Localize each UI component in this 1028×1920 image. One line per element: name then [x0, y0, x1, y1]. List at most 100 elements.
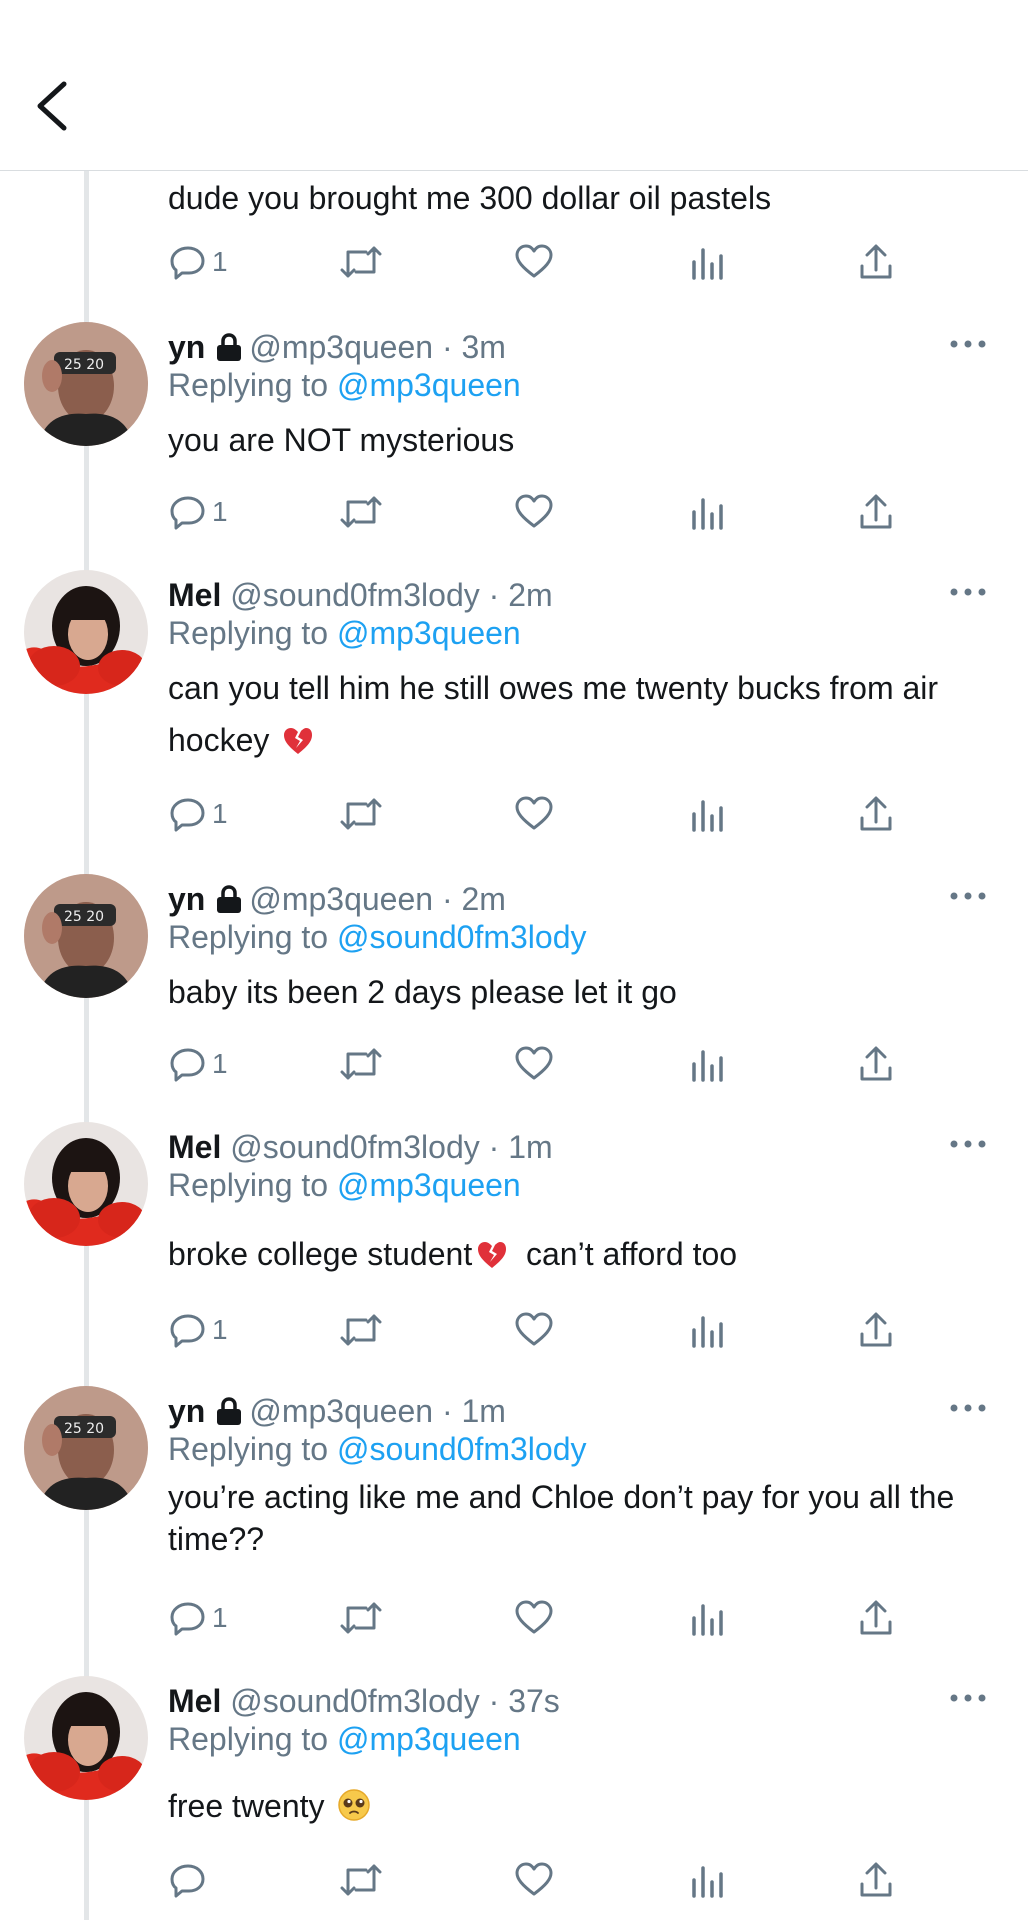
retweet-button[interactable] — [338, 1308, 384, 1352]
replying-to-link[interactable]: @mp3queen — [337, 367, 521, 403]
reply-icon — [170, 496, 205, 530]
analytics-button[interactable] — [690, 490, 726, 534]
analytics-button[interactable] — [690, 1596, 726, 1640]
share-button[interactable] — [858, 1596, 894, 1640]
retweet-button[interactable] — [338, 240, 384, 284]
more-options-button[interactable] — [946, 1396, 990, 1420]
like-button[interactable] — [514, 490, 554, 534]
like-button[interactable] — [514, 1042, 554, 1086]
reply-count: 1 — [212, 1048, 228, 1079]
reply-icon — [170, 1048, 205, 1082]
like-button[interactable] — [514, 1596, 554, 1640]
tweet-time[interactable]: 3m — [462, 329, 506, 365]
lock-icon — [217, 1397, 242, 1425]
more-options-button[interactable] — [946, 332, 990, 356]
avatar-mel-icon — [24, 570, 148, 694]
analytics-button[interactable] — [690, 240, 726, 284]
retweet-button[interactable] — [338, 792, 384, 836]
replying-to-link[interactable]: @sound0fm3lody — [337, 919, 587, 955]
more-options-button[interactable] — [946, 580, 990, 604]
retweet-icon — [340, 1602, 382, 1634]
tweet-time[interactable]: 1m — [508, 1129, 552, 1165]
reply-count: 1 — [212, 246, 228, 277]
lock-icon — [217, 333, 242, 361]
replying-to-link[interactable]: @mp3queen — [337, 615, 521, 651]
author-handle[interactable]: @mp3queen — [249, 329, 433, 365]
author-name[interactable]: Mel — [168, 1683, 221, 1719]
more-options-button[interactable] — [946, 1686, 990, 1710]
analytics-icon — [692, 498, 723, 530]
more-options-button[interactable] — [946, 884, 990, 908]
more-dots-icon — [950, 1404, 986, 1412]
avatar[interactable]: 25 20 — [24, 322, 148, 446]
analytics-button[interactable] — [690, 792, 726, 836]
avatar[interactable] — [24, 570, 148, 694]
chevron-left-icon — [37, 81, 67, 131]
like-button[interactable] — [514, 1308, 554, 1352]
replying-to: Replying to @mp3queen — [168, 367, 521, 403]
author-name[interactable]: yn — [168, 881, 205, 917]
like-button[interactable] — [514, 1858, 554, 1902]
author-name[interactable]: Mel — [168, 1129, 221, 1165]
avatar[interactable]: 25 20 — [24, 874, 148, 998]
reply-button[interactable]: 1 — [168, 1042, 228, 1086]
avatar[interactable] — [24, 1676, 148, 1800]
author-handle[interactable]: @mp3queen — [249, 881, 433, 917]
analytics-button[interactable] — [690, 1858, 726, 1902]
retweet-button[interactable] — [338, 490, 384, 534]
heart-icon — [515, 1312, 553, 1346]
avatar-yn-icon: 25 20 — [24, 322, 148, 446]
tweet-time[interactable]: 1m — [462, 1393, 506, 1429]
share-button[interactable] — [858, 1858, 894, 1902]
share-button[interactable] — [858, 490, 894, 534]
author-handle[interactable]: @mp3queen — [249, 1393, 433, 1429]
reply-button[interactable]: 1 — [168, 240, 228, 284]
reply-button[interactable] — [168, 1858, 212, 1902]
retweet-button[interactable] — [338, 1596, 384, 1640]
author-handle[interactable]: @sound0fm3lody — [230, 1683, 480, 1719]
lock-icon — [217, 885, 242, 913]
heart-icon — [515, 1600, 553, 1634]
reply-button[interactable]: 1 — [168, 1308, 228, 1352]
replying-to-link[interactable]: @mp3queen — [337, 1721, 521, 1757]
avatar[interactable] — [24, 1122, 148, 1246]
tweet-header: yn @mp3queen · 1m — [168, 1393, 506, 1429]
tweet-actions: 1 — [0, 1042, 1028, 1086]
author-name[interactable]: yn — [168, 1393, 205, 1429]
author-name[interactable]: Mel — [168, 577, 221, 613]
analytics-button[interactable] — [690, 1308, 726, 1352]
tweet-text: free twenty — [168, 1780, 988, 1832]
share-button[interactable] — [858, 1042, 894, 1086]
retweet-button[interactable] — [338, 1042, 384, 1086]
tweet-actions: 1 — [0, 792, 1028, 836]
reply-count: 1 — [212, 798, 228, 829]
author-handle[interactable]: @sound0fm3lody — [230, 577, 480, 613]
analytics-button[interactable] — [690, 1042, 726, 1086]
like-button[interactable] — [514, 792, 554, 836]
reply-button[interactable]: 1 — [168, 490, 228, 534]
reply-button[interactable]: 1 — [168, 1596, 228, 1640]
more-options-button[interactable] — [946, 1132, 990, 1156]
replying-to-link[interactable]: @mp3queen — [337, 1167, 521, 1203]
author-name[interactable]: yn — [168, 329, 205, 365]
like-button[interactable] — [514, 240, 554, 284]
replying-to-link[interactable]: @sound0fm3lody — [337, 1431, 587, 1467]
more-dots-icon — [950, 1140, 986, 1148]
reply-button[interactable]: 1 — [168, 792, 228, 836]
author-handle[interactable]: @sound0fm3lody — [230, 1129, 480, 1165]
back-button[interactable] — [30, 76, 74, 136]
share-button[interactable] — [858, 792, 894, 836]
heart-icon — [515, 1046, 553, 1080]
share-button[interactable] — [858, 240, 894, 284]
more-dots-icon — [950, 1694, 986, 1702]
tweet-header: yn @mp3queen · 3m — [168, 329, 506, 365]
tweet-time[interactable]: 2m — [462, 881, 506, 917]
tweet-actions — [0, 1858, 1028, 1902]
tweet-time[interactable]: 2m — [508, 577, 552, 613]
share-button[interactable] — [858, 1308, 894, 1352]
retweet-button[interactable] — [338, 1858, 384, 1902]
avatar-yn-icon: 25 20 — [24, 1386, 148, 1510]
reply-icon — [170, 246, 205, 280]
avatar[interactable]: 25 20 — [24, 1386, 148, 1510]
tweet-time[interactable]: 37s — [508, 1683, 560, 1719]
